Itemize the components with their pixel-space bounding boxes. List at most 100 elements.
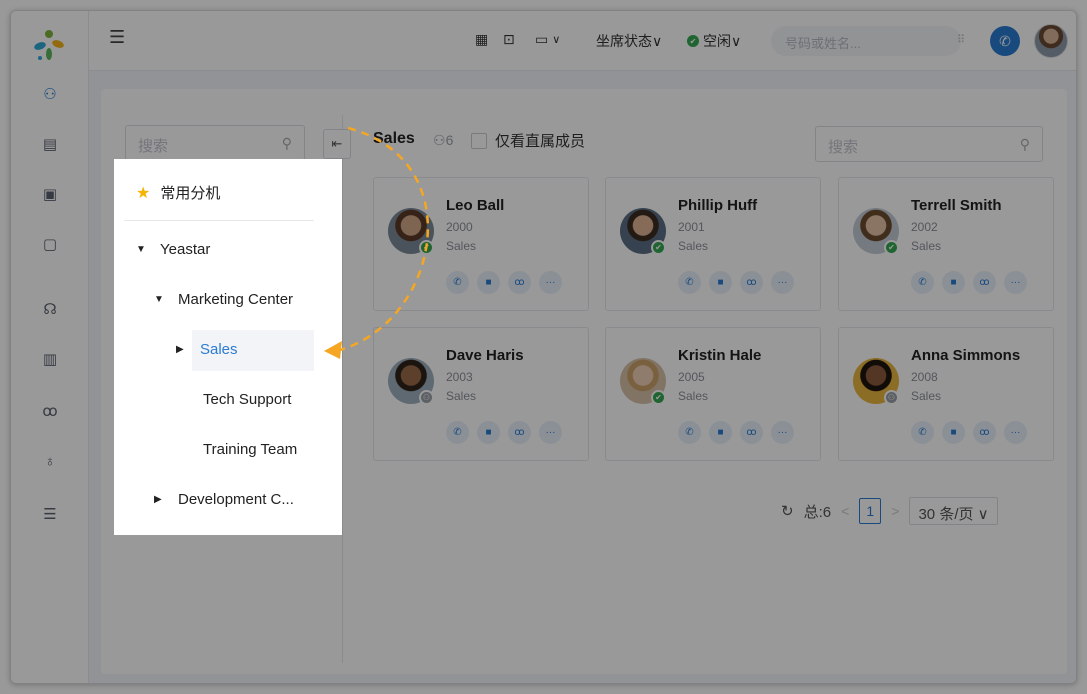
screen-icon[interactable]: ▢ bbox=[30, 231, 70, 257]
member-ext: 2002 bbox=[911, 220, 938, 234]
voicemail-icon[interactable]: ꝏ bbox=[740, 271, 763, 294]
call-icon[interactable]: ✆ bbox=[678, 271, 701, 294]
caret-right-icon[interactable]: ▶ bbox=[176, 344, 186, 355]
left-sidebar: ⚇ ▤ ▣ ▢ ☊ ▥ ꝏ ♁ ☰ bbox=[11, 11, 89, 683]
next-page-icon[interactable]: > bbox=[891, 503, 899, 519]
video-call-icon[interactable]: ■ bbox=[942, 271, 965, 294]
tree-node-tech-support[interactable]: Tech Support bbox=[203, 391, 291, 408]
more-icon[interactable]: ··· bbox=[539, 421, 562, 444]
current-page[interactable]: 1 bbox=[859, 498, 882, 524]
call-icon[interactable]: ✆ bbox=[911, 271, 934, 294]
tree-node-development-center[interactable]: ▶ Development C... bbox=[154, 491, 294, 508]
video-call-icon[interactable]: ■ bbox=[709, 421, 732, 444]
tree-node-label: Training Team bbox=[203, 441, 298, 458]
refresh-icon[interactable]: ↻ bbox=[781, 502, 794, 520]
group-member-count: ⚇6 bbox=[433, 132, 453, 149]
online-status-icon: ✔ bbox=[419, 240, 434, 255]
member-card[interactable]: ✔ Terrell Smith 2002 Sales ✆ ■ ꝏ ··· bbox=[838, 177, 1054, 311]
video-call-icon[interactable]: ■ bbox=[477, 271, 500, 294]
online-status-icon: ✔ bbox=[651, 390, 666, 405]
member-card[interactable]: ⚇ Dave Haris 2003 Sales ✆ ■ ꝏ ··· bbox=[373, 327, 589, 461]
member-dept: Sales bbox=[678, 239, 709, 253]
call-icon[interactable]: ✆ bbox=[446, 271, 469, 294]
tree-node-label: Tech Support bbox=[203, 391, 292, 408]
direct-members-label: 仅看直属成员 bbox=[495, 133, 586, 150]
member-name: Anna Simmons bbox=[911, 347, 1021, 364]
direct-members-checkbox[interactable]: 仅看直属成员 bbox=[471, 130, 585, 151]
video-call-icon[interactable]: ■ bbox=[709, 271, 732, 294]
microphone-icon[interactable]: ♁ bbox=[30, 448, 70, 474]
favorites-item[interactable]: ★ 常用分机 bbox=[136, 182, 220, 203]
member-card[interactable]: ✔ Phillip Huff 2001 Sales ✆ ■ ꝏ ··· bbox=[605, 177, 821, 311]
collapse-tree-button[interactable]: ⇤ bbox=[323, 129, 351, 159]
headset-icon[interactable]: ☊ bbox=[30, 296, 70, 322]
caret-down-icon[interactable]: ▼ bbox=[154, 294, 164, 305]
caret-right-icon[interactable]: ▶ bbox=[154, 494, 164, 505]
tree-node-training-team[interactable]: Training Team bbox=[203, 441, 297, 458]
phonebook-icon[interactable]: ▤ bbox=[30, 131, 70, 157]
call-icon[interactable]: ✆ bbox=[678, 421, 701, 444]
monitor-icon[interactable]: ▣ bbox=[30, 181, 70, 207]
voicemail-icon[interactable]: ꝏ bbox=[973, 421, 996, 444]
voicemail-icon[interactable]: ꝏ bbox=[508, 271, 531, 294]
member-search-placeholder: 搜索 bbox=[828, 139, 859, 156]
agent-status-dropdown[interactable]: 坐席状态∨ bbox=[596, 31, 662, 51]
member-name: Dave Haris bbox=[446, 347, 524, 364]
qr-code-icon[interactable]: ▦ bbox=[475, 31, 488, 48]
member-dept: Sales bbox=[911, 389, 942, 403]
prev-page-icon[interactable]: < bbox=[841, 503, 849, 519]
panel-divider bbox=[342, 115, 343, 663]
star-icon: ★ bbox=[136, 184, 151, 202]
voicemail-icon[interactable]: ꝏ bbox=[508, 421, 531, 444]
tree-search-input[interactable]: 搜索 ⚲ bbox=[125, 125, 305, 161]
presence-dropdown[interactable]: ✔ 空闲∨ bbox=[687, 31, 741, 51]
member-actions: ✆ ■ ꝏ ··· bbox=[678, 271, 794, 294]
call-icon[interactable]: ✆ bbox=[911, 421, 934, 444]
member-dept: Sales bbox=[678, 389, 709, 403]
member-card[interactable]: ✔ Kristin Hale 2005 Sales ✆ ■ ꝏ ··· bbox=[605, 327, 821, 461]
tree-node-label: Development C... bbox=[178, 491, 294, 508]
tree-node-yeastar[interactable]: ▼ Yeastar bbox=[136, 241, 210, 258]
caret-down-icon[interactable]: ▼ bbox=[136, 244, 146, 255]
menu-toggle-icon[interactable]: ☰ bbox=[109, 27, 125, 48]
page-size-select[interactable]: 30 条/页 ∨ bbox=[909, 497, 998, 525]
member-ext: 2008 bbox=[911, 370, 938, 384]
presence-label: 空闲∨ bbox=[703, 33, 742, 49]
tree-node-marketing-center[interactable]: ▼ Marketing Center bbox=[154, 291, 293, 308]
desktop-icon[interactable]: ▭ ∨ bbox=[535, 31, 560, 48]
more-icon[interactable]: ··· bbox=[1004, 421, 1027, 444]
member-name: Kristin Hale bbox=[678, 347, 762, 364]
dialpad-icon[interactable]: ⠿ bbox=[957, 33, 965, 46]
call-icon[interactable]: ✆ bbox=[446, 421, 469, 444]
voicemail-icon[interactable]: ꝏ bbox=[973, 271, 996, 294]
video-call-icon[interactable]: ■ bbox=[942, 421, 965, 444]
more-icon[interactable]: ··· bbox=[771, 271, 794, 294]
more-icon[interactable]: ··· bbox=[1004, 271, 1027, 294]
member-dept: Sales bbox=[446, 239, 477, 253]
video-call-icon[interactable]: ■ bbox=[477, 421, 500, 444]
settings-list-icon[interactable]: ☰ bbox=[30, 501, 70, 527]
member-name: Terrell Smith bbox=[911, 197, 1002, 214]
member-search-input[interactable]: 搜索 ⚲ bbox=[815, 126, 1043, 162]
member-dept: Sales bbox=[911, 239, 942, 253]
online-status-icon: ✔ bbox=[651, 240, 666, 255]
online-status-icon: ✔ bbox=[884, 240, 899, 255]
member-card[interactable]: ⚇ Anna Simmons 2008 Sales ✆ ■ ꝏ ··· bbox=[838, 327, 1054, 461]
tree-separator bbox=[124, 220, 314, 221]
dial-search-input[interactable]: 号码或姓名... bbox=[771, 26, 961, 56]
member-ext: 2001 bbox=[678, 220, 705, 234]
more-icon[interactable]: ··· bbox=[539, 271, 562, 294]
member-actions: ✆ ■ ꝏ ··· bbox=[911, 421, 1027, 444]
more-icon[interactable]: ··· bbox=[771, 421, 794, 444]
phone-call-button[interactable]: ✆ bbox=[990, 26, 1020, 56]
function-key-icon[interactable]: ⊡ bbox=[503, 31, 515, 48]
contacts-icon[interactable]: ⚇ bbox=[30, 81, 70, 107]
checkbox-box[interactable] bbox=[471, 132, 487, 149]
voicemail-icon[interactable]: ꝏ bbox=[740, 421, 763, 444]
top-bar: ☰ ▦ ⊡ ▭ ∨ 坐席状态∨ ✔ 空闲∨ 号码或姓名... ⠿ ✆ bbox=[89, 11, 1076, 71]
member-card[interactable]: ✔ Leo Ball 2000 Sales ✆ ■ ꝏ ··· bbox=[373, 177, 589, 311]
user-avatar[interactable] bbox=[1034, 24, 1068, 58]
voicemail-icon[interactable]: ꝏ bbox=[30, 398, 70, 424]
document-icon[interactable]: ▥ bbox=[30, 346, 70, 372]
tree-node-sales[interactable]: ▶ Sales bbox=[176, 341, 238, 358]
